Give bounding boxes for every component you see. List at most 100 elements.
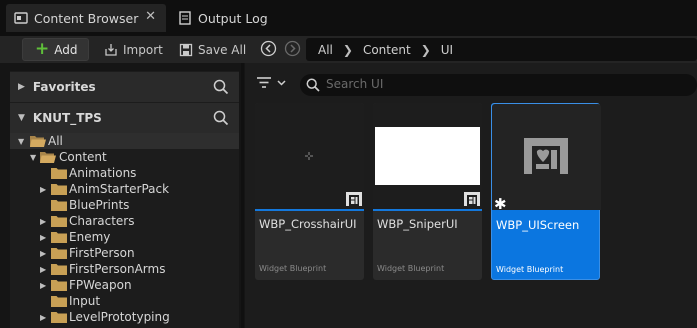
folder-tree: ▼ All ▼ Content Animations ▶ AnimStarter… — [10, 133, 239, 325]
tree-item-all[interactable]: ▼ All — [10, 133, 239, 149]
asset-tile-selected[interactable]: ✱ WBP_UIScreen Widget Blueprint — [491, 103, 601, 280]
panel-splitter[interactable] — [241, 63, 244, 328]
tree-item-label: Characters — [69, 214, 135, 228]
project-label: KNUT_TPS — [32, 111, 102, 125]
filter-button[interactable] — [257, 77, 286, 88]
asset-name: WBP_SniperUI — [377, 217, 458, 231]
tree-item-label: BluePrints — [69, 198, 130, 212]
filter-icon — [257, 77, 271, 88]
add-button[interactable]: + Add — [22, 38, 89, 61]
white-preview — [375, 127, 480, 185]
expand-arrow-icon[interactable]: ▶ — [18, 82, 25, 92]
back-icon[interactable] — [260, 40, 277, 57]
search-icon[interactable] — [213, 79, 229, 95]
import-label: Import — [123, 42, 163, 57]
favorites-header[interactable]: ▶ Favorites — [10, 72, 239, 102]
tab-label: Content Browser — [34, 10, 139, 26]
tree-item-animations[interactable]: Animations — [10, 165, 239, 181]
tree-item-input[interactable]: Input — [10, 293, 239, 309]
tree-item-label: FPWeapon — [69, 278, 132, 292]
asset-tile[interactable]: WBP_SniperUI Widget Blueprint — [373, 103, 482, 280]
tree-item-label: LevelPrototyping — [69, 310, 170, 324]
expand-arrow-icon[interactable]: ▶ — [40, 217, 46, 226]
folder-icon — [51, 248, 67, 259]
output-log-icon — [178, 11, 192, 25]
forward-icon[interactable] — [284, 40, 301, 57]
expand-arrow-icon[interactable]: ▶ — [40, 313, 46, 322]
asset-color-strip — [255, 209, 364, 211]
tree-item-fpweapon[interactable]: ▶ FPWeapon — [10, 277, 239, 293]
asset-thumbnail — [492, 104, 601, 210]
widget-blueprint-icon — [464, 192, 480, 206]
tree-item-label: FirstPerson — [69, 246, 135, 260]
save-all-label: Save All — [198, 42, 247, 57]
breadcrumb-item[interactable]: Content — [363, 43, 411, 57]
collapse-arrow-icon[interactable]: ▼ — [18, 137, 24, 146]
tree-item-label: Input — [69, 294, 101, 308]
collapse-arrow-icon[interactable]: ▼ — [30, 153, 36, 162]
modified-asterisk-icon: ✱ — [494, 195, 507, 213]
tree-item-label: Animations — [69, 166, 137, 180]
folder-open-icon — [40, 152, 56, 163]
sources-panel: ▶ Favorites ▼ KNUT_TPS ▼ All ▼ Content A… — [10, 71, 239, 328]
asset-type: Widget Blueprint — [259, 264, 327, 273]
tab-output-log[interactable]: Output Log — [170, 4, 310, 32]
close-icon[interactable]: ✕ — [145, 9, 156, 24]
folder-icon — [51, 216, 67, 227]
content-browser-icon — [14, 11, 28, 25]
import-icon — [105, 43, 117, 56]
breadcrumb-separator-icon[interactable]: ❯ — [343, 43, 353, 57]
collapse-arrow-icon[interactable]: ▼ — [18, 113, 25, 123]
search-icon[interactable] — [213, 110, 229, 126]
tree-item-firstpersonarms[interactable]: ▶ FirstPersonArms — [10, 261, 239, 277]
tree-item-content[interactable]: ▼ Content — [10, 149, 239, 165]
folder-icon — [51, 296, 67, 307]
folder-icon — [51, 200, 67, 211]
expand-arrow-icon[interactable]: ▶ — [40, 265, 46, 274]
tree-item-label: All — [48, 134, 63, 148]
plus-icon: + — [35, 39, 50, 59]
tree-item-label: AnimStarterPack — [69, 182, 170, 196]
folder-icon — [51, 232, 67, 243]
asset-name: WBP_UIScreen — [496, 218, 580, 232]
toolbar: + Add Import Save All All ❯ Content ❯ UI — [0, 36, 697, 63]
save-icon — [179, 43, 193, 56]
folder-icon — [51, 184, 67, 195]
tree-item-enemy[interactable]: ▶ Enemy — [10, 229, 239, 245]
expand-arrow-icon[interactable]: ▶ — [40, 233, 46, 242]
tree-item-blueprints[interactable]: BluePrints — [10, 197, 239, 213]
tree-item-label: Enemy — [69, 230, 111, 244]
tree-item-levelprototyping[interactable]: ▶ LevelPrototyping — [10, 309, 239, 325]
widget-blueprint-icon — [524, 138, 568, 174]
breadcrumb-item[interactable]: UI — [441, 43, 453, 57]
tree-item-label: FirstPersonArms — [69, 262, 166, 276]
search-placeholder: Search UI — [326, 77, 384, 91]
add-label: Add — [54, 42, 78, 57]
folder-icon — [51, 264, 67, 275]
breadcrumb-item[interactable]: All — [318, 43, 333, 57]
crosshair-icon — [305, 152, 313, 160]
save-all-button[interactable]: Save All — [179, 39, 246, 60]
search-input[interactable]: Search UI — [300, 74, 697, 96]
breadcrumb-separator-icon[interactable]: ❯ — [421, 43, 431, 57]
asset-type: Widget Blueprint — [377, 264, 445, 273]
asset-color-strip — [373, 209, 482, 211]
project-header[interactable]: ▼ KNUT_TPS — [10, 103, 239, 133]
breadcrumb: All ❯ Content ❯ UI — [306, 38, 697, 61]
expand-arrow-icon[interactable]: ▶ — [40, 281, 46, 290]
import-button[interactable]: Import — [104, 39, 163, 60]
asset-name: WBP_CrosshairUI — [259, 217, 357, 231]
tree-item-characters[interactable]: ▶ Characters — [10, 213, 239, 229]
folder-open-icon — [30, 136, 46, 147]
widget-blueprint-icon — [346, 192, 362, 206]
favorites-label: Favorites — [32, 80, 96, 94]
tree-item-animstarterpack[interactable]: ▶ AnimStarterPack — [10, 181, 239, 197]
expand-arrow-icon[interactable]: ▶ — [40, 185, 46, 194]
tree-item-firstperson[interactable]: ▶ FirstPerson — [10, 245, 239, 261]
asset-tile[interactable]: WBP_CrosshairUI Widget Blueprint — [255, 103, 364, 280]
tab-content-browser[interactable]: Content Browser ✕ — [6, 4, 166, 32]
folder-icon — [51, 280, 67, 291]
expand-arrow-icon[interactable]: ▶ — [40, 249, 46, 258]
tree-item-label: Content — [59, 150, 107, 164]
asset-type: Widget Blueprint — [496, 265, 564, 274]
